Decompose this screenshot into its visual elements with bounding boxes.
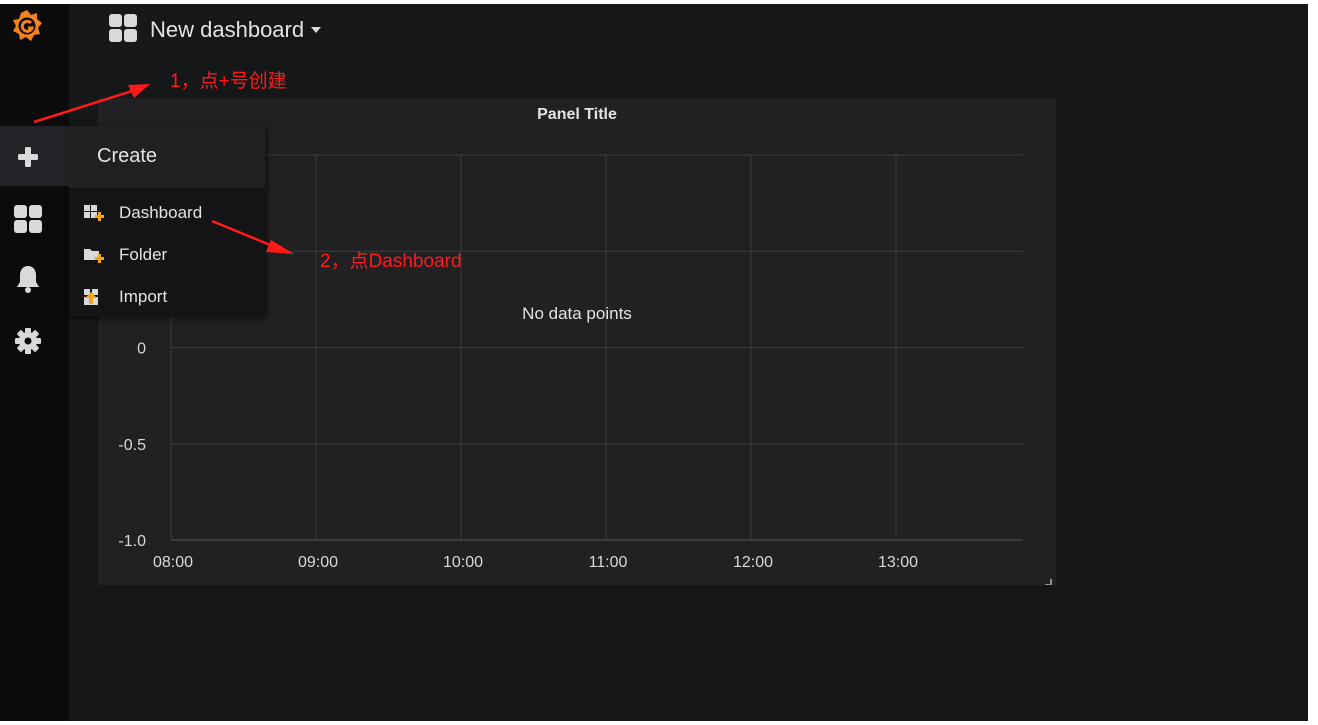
annotation-step1: 1，点+号创建 — [170, 71, 287, 92]
menu-item-label: Import — [119, 287, 168, 306]
caret-down-icon — [310, 21, 322, 39]
menu-item-folder[interactable]: Folder — [69, 235, 265, 275]
gear-icon[interactable] — [13, 326, 43, 356]
sidebar — [0, 4, 69, 721]
x-tick-label: 12:00 — [733, 554, 773, 571]
menu-item-label: Folder — [119, 245, 168, 264]
x-tick-label: 13:00 — [878, 554, 918, 571]
folder-add-icon — [83, 246, 105, 264]
x-tick-label: 09:00 — [298, 554, 338, 571]
dashboard-add-icon — [83, 204, 105, 222]
import-icon — [83, 288, 105, 306]
x-tick-label: 08:00 — [153, 554, 193, 571]
create-menu-header[interactable]: Create — [69, 126, 265, 188]
dashboards-grid-icon — [108, 13, 138, 48]
dashboard-title-dropdown[interactable]: New dashboard — [108, 13, 322, 47]
create-menu: Create Dashboard Folder Import — [69, 126, 265, 316]
menu-item-label: Dashboard — [119, 203, 203, 222]
create-menu-title: Create — [97, 145, 158, 167]
grafana-logo-icon[interactable] — [10, 8, 44, 44]
menu-item-dashboard[interactable]: Dashboard — [69, 193, 265, 233]
dashboards-grid-icon[interactable] — [13, 204, 43, 234]
y-tick-label: -1.0 — [118, 533, 146, 550]
annotation-step2: 2，点Dashboard — [320, 251, 462, 272]
menu-item-import[interactable]: Import — [69, 277, 265, 317]
y-tick-label: -0.5 — [118, 437, 146, 454]
x-tick-label: 10:00 — [443, 554, 483, 571]
no-data-message: No data points — [522, 304, 632, 323]
resize-handle-icon[interactable] — [1045, 579, 1052, 585]
y-tick-label: 0 — [137, 341, 146, 358]
plus-icon[interactable] — [13, 142, 43, 172]
grafana-window: New dashboard Panel Title -1.0 -0.5 0 08:00… — [0, 4, 1308, 721]
bell-icon[interactable] — [13, 264, 43, 294]
x-tick-label: 11:00 — [589, 554, 628, 571]
dashboard-title: New dashboard — [150, 17, 305, 42]
